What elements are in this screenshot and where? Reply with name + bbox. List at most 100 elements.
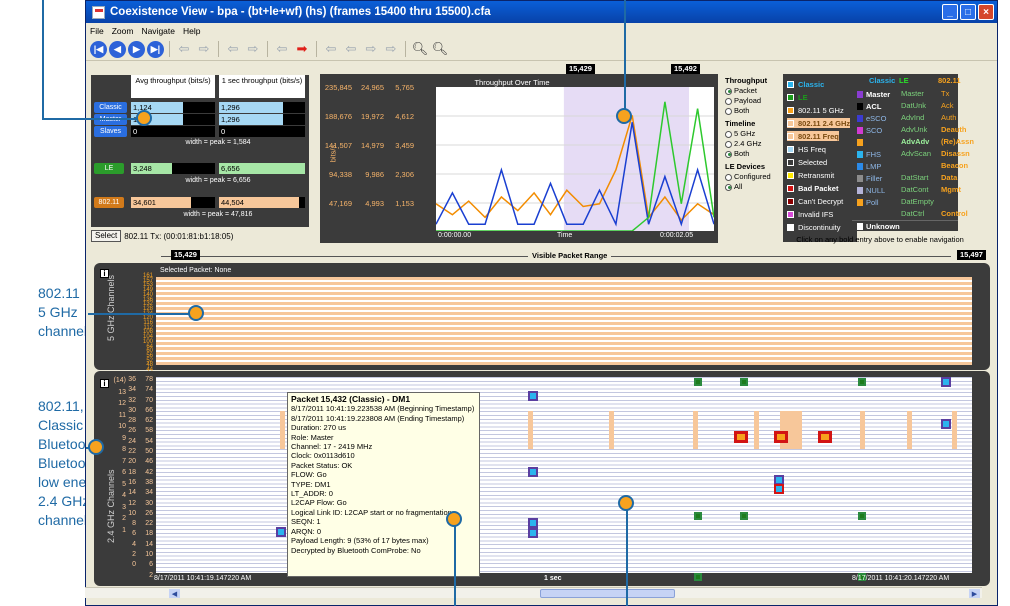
legend-item[interactable]: 802.11 2.4 GHz: [787, 118, 851, 128]
last-packet-icon[interactable]: ▶|: [147, 40, 164, 58]
legend-wifi-item[interactable]: Deauth: [941, 125, 966, 134]
legend-header-classic[interactable]: Classic: [869, 76, 895, 85]
next-packet-icon[interactable]: ▶: [128, 40, 145, 58]
le-packet-7[interactable]: [694, 573, 702, 581]
le-packet-2[interactable]: [740, 378, 748, 386]
classic-packet-2[interactable]: [528, 467, 538, 477]
radio-packet[interactable]: Packet: [725, 86, 791, 96]
nav-left-icon[interactable]: ⇦: [175, 41, 193, 58]
toolbar: |◀ ◀ ▶ ▶| ⇦ ⇨ ⇦ ⇨ ⇦ ➡ ⇦ ⇦ ⇨ ⇨ 🔍︎ 🔍︎: [86, 38, 997, 61]
legend-wifi-item[interactable]: Disassn: [941, 149, 970, 158]
scroll-right-icon[interactable]: ▶: [969, 589, 980, 598]
previous-packet-icon[interactable]: ◀: [109, 40, 126, 58]
le-packet-6[interactable]: [858, 512, 866, 520]
legend-wifi-item: Tx: [941, 89, 950, 98]
le-packet-5[interactable]: [740, 512, 748, 520]
classic-packet-7[interactable]: [941, 419, 951, 429]
bad-packet-3[interactable]: [818, 431, 832, 443]
classic-packet-8[interactable]: [941, 377, 951, 387]
classic-label[interactable]: Classic: [94, 102, 127, 113]
minimize-button[interactable]: _: [942, 4, 958, 20]
nav-left-5-icon[interactable]: ⇦: [342, 41, 360, 58]
chart-marker-left: 15,429: [566, 64, 595, 74]
menu-help[interactable]: Help: [183, 26, 200, 36]
legend-le-item[interactable]: AdvAdv: [901, 137, 929, 146]
radio-5ghz[interactable]: 5 GHz: [725, 129, 791, 139]
le-packet-3[interactable]: [858, 378, 866, 386]
maximize-button[interactable]: □: [960, 4, 976, 20]
bad-packet-1[interactable]: [734, 431, 748, 443]
legend-wifi-item[interactable]: Mgmt: [941, 185, 961, 194]
panel-24ghz[interactable]: i 2.4 GHz Channels (14) 13 12 11 10 9 8 7 6 5 4 3 2 1…: [94, 371, 990, 586]
zoom-out-icon[interactable]: 🔍︎: [431, 41, 449, 58]
time-scale: 1 sec: [544, 575, 562, 582]
scroll-thumb[interactable]: [540, 589, 675, 598]
scroll-left-icon[interactable]: ◀: [169, 589, 180, 598]
le-packet-1[interactable]: [694, 378, 702, 386]
legend-le-item: AdvUnk: [901, 125, 928, 134]
radio-configured[interactable]: Configured: [725, 172, 791, 182]
nav-right-5-icon[interactable]: ⇨: [382, 41, 400, 58]
channel-24-label: 16: [128, 478, 136, 486]
legend-label: Bad Packet: [798, 183, 839, 193]
legend-header-80211[interactable]: 802.11: [938, 76, 961, 85]
horizontal-scrollbar[interactable]: ◀ ▶: [85, 587, 982, 598]
legend-header-le[interactable]: LE: [899, 76, 909, 85]
timeline-24ghz[interactable]: [156, 377, 972, 581]
nav-left-4-icon[interactable]: ⇦: [322, 41, 340, 58]
radio-payload[interactable]: Payload: [725, 96, 791, 106]
legend-wifi-item[interactable]: Beacon: [941, 161, 968, 170]
nav-right-icon[interactable]: ⇨: [195, 41, 213, 58]
radio-both-timeline[interactable]: Both: [725, 149, 791, 159]
select-button[interactable]: Select: [91, 230, 122, 242]
legend-unknown[interactable]: Unknown: [852, 220, 958, 231]
menu-navigate[interactable]: Navigate: [141, 26, 175, 36]
radio-both-throughput[interactable]: Both: [725, 106, 791, 116]
le-packet-4[interactable]: [694, 512, 702, 520]
menu-file[interactable]: File: [90, 26, 104, 36]
slaves-label[interactable]: Slaves: [94, 126, 127, 137]
bad-packet-2[interactable]: [774, 431, 788, 443]
timeline-5ghz[interactable]: [156, 277, 972, 365]
le-label[interactable]: LE: [94, 163, 124, 174]
panel-5ghz[interactable]: i Selected Packet: None 5 GHz Channels 1…: [94, 263, 990, 382]
legend-swatch: [787, 197, 794, 205]
legend-label: FHS: [866, 149, 881, 159]
channel-24-label: 74: [145, 386, 153, 394]
classic-packet-selected[interactable]: [774, 484, 784, 494]
legend-swatch: [857, 174, 863, 182]
legend-wifi-item[interactable]: Data: [941, 173, 957, 182]
le-width-note: width = peak = 6,656: [185, 177, 251, 184]
wifi-label[interactable]: 802.11: [94, 197, 124, 208]
legend-item[interactable]: LE: [787, 92, 808, 102]
chart-plot-area[interactable]: [436, 87, 714, 231]
legend-label: Retransmit: [798, 170, 835, 180]
legend-classic-item[interactable]: Master: [857, 89, 890, 99]
classic-packet-4[interactable]: [528, 528, 538, 538]
close-button[interactable]: ×: [978, 4, 994, 20]
nav-right-active-icon[interactable]: ➡: [293, 41, 311, 58]
classic-packet-1[interactable]: [528, 391, 538, 401]
legend-label: NULL: [866, 185, 886, 195]
channel-24-label: 2: [149, 571, 153, 579]
radio-all[interactable]: All: [725, 182, 791, 192]
nav-right-4-icon[interactable]: ⇨: [362, 41, 380, 58]
legend-classic-item[interactable]: ACL: [857, 101, 881, 111]
nav-left-2-icon[interactable]: ⇦: [224, 41, 242, 58]
legend-item[interactable]: Classic: [787, 79, 824, 89]
first-packet-icon[interactable]: |◀: [90, 40, 107, 58]
zoom-in-icon[interactable]: 🔍︎: [411, 41, 429, 58]
legend-swatch: [787, 158, 794, 166]
radio-24ghz[interactable]: 2.4 GHz: [725, 139, 791, 149]
legend-item[interactable]: 802.11 Freq: [787, 131, 839, 141]
menu-zoom[interactable]: Zoom: [112, 26, 134, 36]
title-bar[interactable]: Coexistence View - bpa - (bt+le+wf) (hs)…: [86, 1, 997, 23]
chart-ylabel: bits/s: [328, 144, 338, 163]
classic-packet-5[interactable]: [276, 527, 286, 537]
legend-wifi-item[interactable]: (Re)Assn: [941, 137, 974, 146]
classic-packet-3[interactable]: [528, 518, 538, 528]
nav-left-3-icon[interactable]: ⇦: [273, 41, 291, 58]
legend-item[interactable]: Bad Packet: [787, 183, 838, 193]
nav-right-2-icon[interactable]: ⇨: [244, 41, 262, 58]
legend-wifi-item[interactable]: Control: [941, 209, 968, 218]
